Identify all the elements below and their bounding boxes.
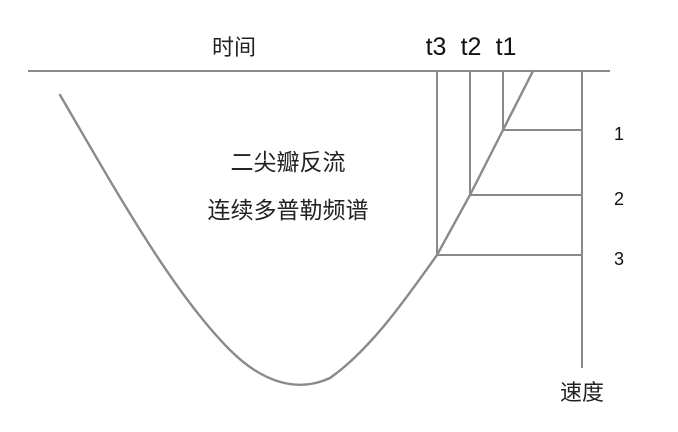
spectrum-curve — [58, 69, 535, 386]
center-text-line1: 二尖瓣反流 — [231, 150, 346, 176]
time-axis-label: 时间 — [212, 36, 256, 61]
velocity-level-3: 3 — [614, 249, 624, 269]
velocity-axis-label: 速度 — [560, 381, 604, 406]
velocity-level-2: 2 — [614, 189, 624, 209]
time-marker-t3: t3 — [426, 33, 447, 61]
center-text-line2: 连续多普勒频谱 — [208, 198, 369, 224]
time-marker-t2: t2 — [461, 33, 482, 61]
time-marker-t1: t1 — [496, 33, 517, 61]
velocity-level-1: 1 — [614, 124, 624, 144]
diagram-svg: 时间 t3 t2 t1 1 2 3 二尖瓣反流 连续多普勒频谱 速度 — [28, 33, 624, 406]
doppler-diagram: 时间 t3 t2 t1 1 2 3 二尖瓣反流 连续多普勒频谱 速度 — [0, 0, 678, 432]
